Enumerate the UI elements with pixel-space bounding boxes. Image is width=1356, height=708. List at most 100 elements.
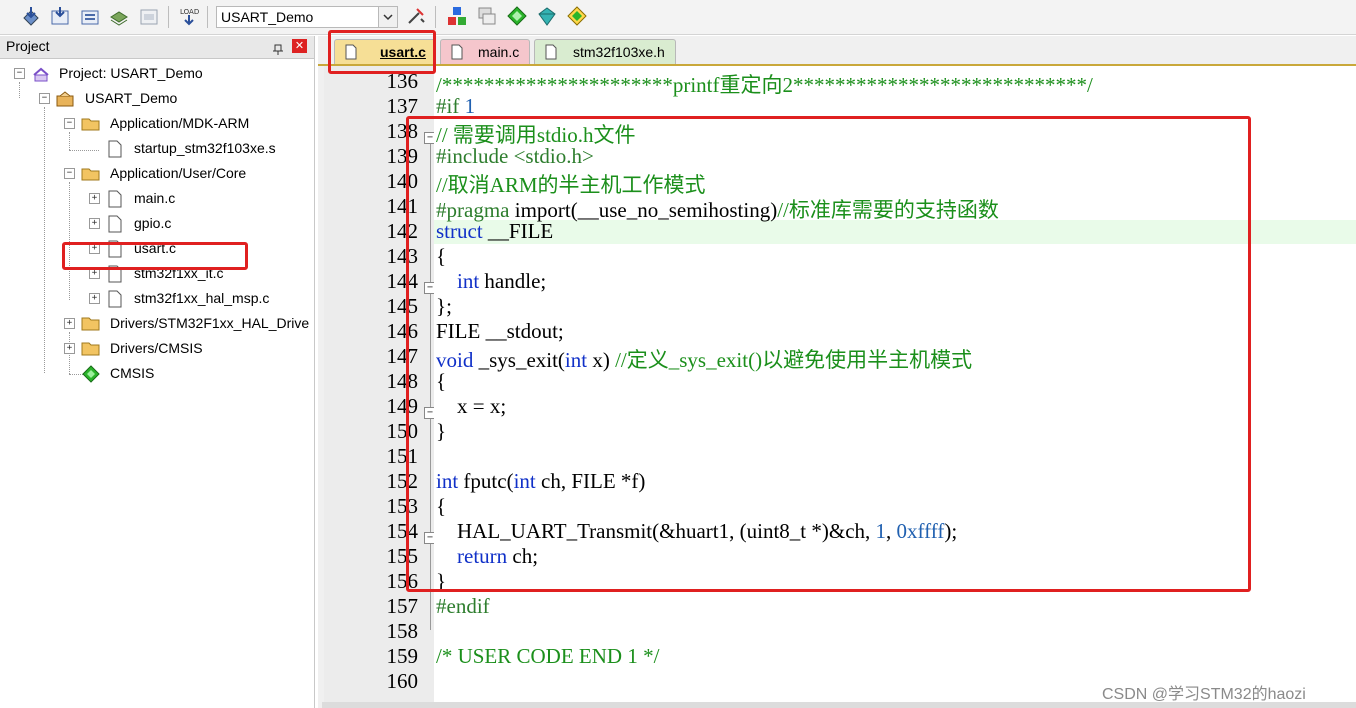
tree-item-project[interactable]: − Project: USART_Demo	[0, 63, 314, 85]
folder-open-icon	[81, 165, 103, 186]
project-panel-header: Project ✕	[0, 36, 314, 59]
line-number: 150	[386, 419, 419, 443]
code-token: 1	[459, 94, 476, 118]
tree-item-label: Application/MDK-ARM	[110, 115, 250, 131]
line-number: 154	[386, 519, 419, 543]
tree-item-label: stm32f1xx_hal_msp.c	[134, 290, 270, 306]
component-icon	[82, 365, 100, 386]
tree-item-label: main.c	[134, 190, 176, 206]
toolbar-separator	[435, 6, 436, 28]
line-number: 152	[386, 469, 419, 493]
file-icon	[106, 215, 124, 236]
line-number: 137	[386, 94, 419, 118]
tree-item-label: USART_Demo	[85, 90, 178, 106]
line-number: 149	[386, 394, 419, 418]
line-number: 159	[386, 644, 419, 668]
collapse-icon[interactable]: −	[64, 118, 75, 129]
code-line: #endif	[436, 594, 490, 619]
tree-item-group[interactable]: − Application/User/Core	[0, 163, 314, 185]
line-number: 141	[386, 194, 419, 218]
file-icon	[106, 190, 124, 211]
file-icon	[106, 290, 124, 311]
tab-label: stm32f103xe.h	[573, 44, 665, 60]
tree-item-group[interactable]: − Application/MDK-ARM	[0, 113, 314, 135]
line-number: 139	[386, 144, 419, 168]
toolbar-separator	[168, 6, 169, 28]
code-token: #endif	[436, 594, 490, 618]
file-icon	[106, 140, 124, 161]
line-number: 148	[386, 369, 419, 393]
target-select[interactable]: USART_Demo	[216, 6, 398, 28]
manage-components-icon[interactable]	[446, 5, 468, 27]
expand-icon[interactable]: +	[64, 318, 75, 329]
collapse-icon[interactable]: −	[14, 68, 25, 79]
folder-open-icon	[81, 115, 103, 136]
load-icon[interactable]: LOAD	[178, 5, 200, 27]
tree-item-label: Project: USART_Demo	[59, 65, 203, 81]
select-software-packs-icon[interactable]	[506, 5, 528, 27]
tab-main-c[interactable]: main.c	[440, 39, 530, 64]
highlight-box-tree	[62, 242, 248, 270]
target-options-icon[interactable]	[405, 5, 427, 27]
tree-item-file[interactable]: + stm32f1xx_hal_msp.c	[0, 288, 314, 310]
highlight-box-tab	[328, 30, 436, 74]
code-line: /**********************printf重定向2*******…	[436, 69, 1093, 99]
line-number: 145	[386, 294, 419, 318]
line-number: 151	[386, 444, 419, 468]
code-token: /**********************printf重定向2*******…	[436, 73, 1093, 97]
collapse-icon[interactable]: −	[64, 168, 75, 179]
expand-icon[interactable]: +	[64, 343, 75, 354]
expand-icon[interactable]: +	[89, 218, 100, 229]
line-number: 144	[386, 269, 419, 293]
tree-item-file[interactable]: + main.c	[0, 188, 314, 210]
code-token: #if	[436, 94, 460, 118]
line-number: 156	[386, 569, 419, 593]
line-number: 155	[386, 544, 419, 568]
line-number: 143	[386, 244, 419, 268]
chevron-down-icon[interactable]	[378, 7, 397, 27]
tree-item-file[interactable]: + gpio.c	[0, 213, 314, 235]
line-number: 140	[386, 169, 419, 193]
tree-item-label: startup_stm32f103xe.s	[134, 140, 276, 156]
toolbar-separator	[207, 6, 208, 28]
build-icon[interactable]	[20, 5, 42, 27]
pin-icon[interactable]	[272, 41, 284, 60]
line-number: 157	[386, 594, 419, 618]
target-icon	[56, 90, 76, 111]
file-icon	[544, 44, 558, 63]
stop-build-icon[interactable]	[108, 5, 130, 27]
editor-tab-strip: usart.c main.c stm32f103xe.h	[318, 36, 1356, 66]
line-number: 147	[386, 344, 419, 368]
close-icon[interactable]: ✕	[292, 39, 307, 53]
tree-item-group[interactable]: + Drivers/CMSIS	[0, 338, 314, 360]
line-number: 142	[386, 219, 419, 243]
collapse-icon[interactable]: −	[39, 93, 50, 104]
batch-build-icon[interactable]	[79, 5, 101, 27]
tree-item-label: CMSIS	[110, 365, 155, 381]
rebuild-icon[interactable]	[49, 5, 71, 27]
line-number: 146	[386, 319, 419, 343]
manage-run-time-icon[interactable]	[536, 5, 558, 27]
project-panel: Project ✕ − Project: USART_Demo − USART_…	[0, 36, 315, 708]
line-number: 153	[386, 494, 419, 518]
project-icon	[32, 65, 50, 86]
folder-icon	[81, 315, 103, 336]
tab-label: main.c	[478, 44, 520, 60]
tab-stm32f103xe-h[interactable]: stm32f103xe.h	[534, 39, 676, 64]
download-icon[interactable]	[138, 5, 160, 27]
expand-icon[interactable]: +	[89, 193, 100, 204]
tree-item-component[interactable]: CMSIS	[0, 363, 314, 385]
line-number: 138	[386, 119, 419, 143]
tree-item-label: Drivers/CMSIS	[110, 340, 203, 356]
expand-icon[interactable]: +	[89, 293, 100, 304]
watermark: CSDN @学习STM32的haozi	[1102, 686, 1306, 703]
tree-item-group[interactable]: + Drivers/STM32F1xx_HAL_Drive	[0, 313, 314, 335]
tree-item-file[interactable]: startup_stm32f103xe.s	[0, 138, 314, 160]
tree-item-label: Application/User/Core	[110, 165, 247, 181]
tree-item-label: Drivers/STM32F1xx_HAL_Drive	[110, 315, 310, 331]
configure-icon[interactable]	[566, 5, 588, 27]
pack-installer-icon[interactable]	[476, 5, 498, 27]
svg-text:LOAD: LOAD	[180, 8, 199, 16]
tree-item-target[interactable]: − USART_Demo	[0, 88, 314, 110]
code-line: /* USER CODE END 1 */	[436, 644, 659, 669]
